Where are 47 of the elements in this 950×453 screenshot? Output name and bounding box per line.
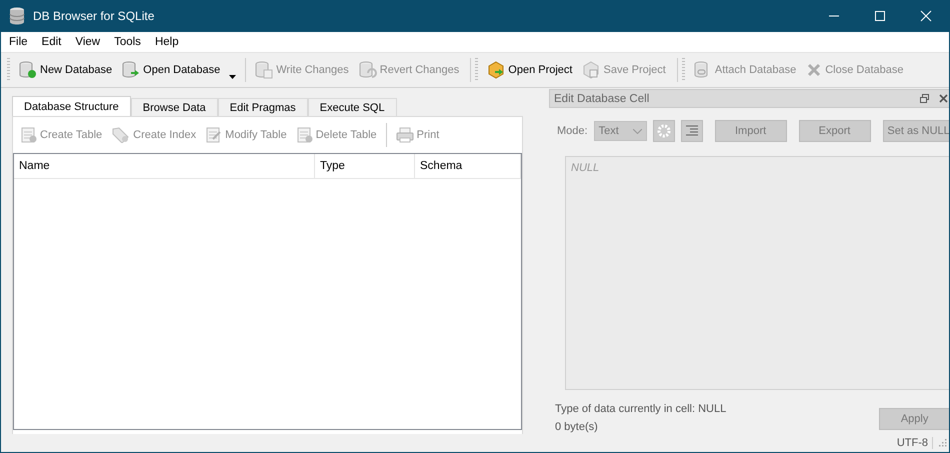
toolbar-grip[interactable] [7,58,10,82]
window-title: DB Browser for SQLite [33,9,154,23]
menu-item[interactable]: Edit [34,36,68,48]
panel-title: Edit Database Cell [554,92,650,104]
tab[interactable]: Execute SQL [308,98,397,116]
word-wrap-button[interactable] [680,120,703,142]
table-icon [206,127,222,143]
column-header[interactable]: Schema [415,154,521,178]
box-icon [582,61,600,79]
chevron-down-icon [632,128,642,134]
mode-label: Mode: [557,125,588,137]
cell-editor[interactable]: NULL [565,156,949,390]
tab[interactable]: Edit Pragmas [218,98,308,116]
maximize-icon[interactable] [874,10,886,22]
menu-item[interactable]: Tools [107,36,148,48]
column-header[interactable]: Name [14,154,315,178]
toolbar-button[interactable]: Open Project [482,58,578,82]
mode-dropdown[interactable]: Text [594,121,647,141]
placeholder-text: NULL [571,162,600,174]
tab[interactable]: Browse Data [130,98,218,116]
resize-grip-icon[interactable] [939,439,947,447]
size-info: 0 byte(s) [555,421,599,433]
database-icon [255,61,274,79]
database-icon [9,7,25,25]
box-icon [487,61,506,79]
float-icon[interactable] [920,94,929,103]
table-icon [21,127,37,143]
database-icon [358,61,377,79]
text-lines-icon [684,125,699,137]
tab[interactable]: Database Structure [12,96,131,116]
type-info: Type of data currently in cell: NULL [555,403,728,415]
database-icon [122,61,140,79]
menu-item[interactable]: View [68,36,108,48]
gear-icon [656,124,671,138]
toolbar-button[interactable]: Open Database [117,58,242,82]
table-icon [296,127,313,143]
cross-icon [806,62,822,78]
caret-icon[interactable] [229,75,236,79]
close-icon[interactable] [938,94,948,103]
toolbar-button[interactable]: New Database [14,58,118,82]
database-icon [19,61,37,79]
encoding-label: UTF-8 [896,437,933,449]
column-header[interactable]: Type [315,154,415,178]
menu-item[interactable]: Help [148,36,186,48]
menu-item[interactable]: File [2,36,35,48]
tag-icon [112,127,130,143]
printer-icon [396,127,414,143]
